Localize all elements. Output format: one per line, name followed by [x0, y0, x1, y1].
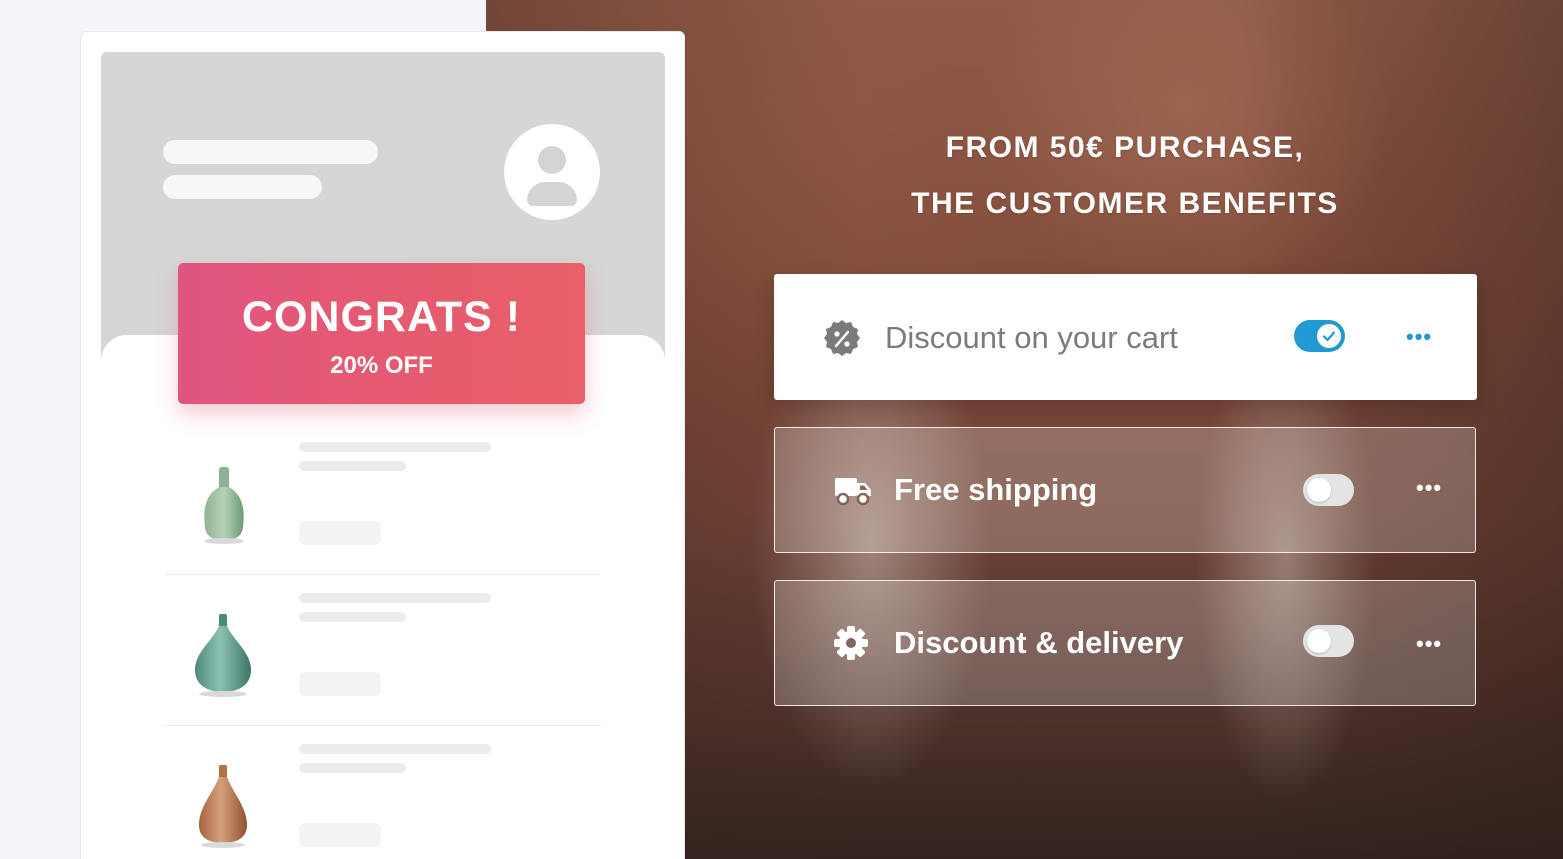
benefit-toggle-off[interactable] — [1303, 625, 1354, 657]
headline-line-1: FROM 50€ PURCHASE, — [945, 131, 1305, 164]
benefit-label: Discount on your cart — [885, 320, 1178, 355]
teal-vase-image — [195, 614, 251, 697]
headline-line-2: THE CUSTOMER BENEFITS — [911, 187, 1339, 220]
product-name-placeholder — [299, 744, 491, 754]
benefit-label: Discount & delivery — [894, 625, 1184, 660]
banner-title: CONGRATS ! — [241, 293, 522, 341]
discount-badge-icon — [824, 320, 860, 356]
toggle-knob — [1307, 629, 1331, 653]
amber-vase-image — [199, 765, 247, 848]
list-item — [165, 425, 601, 575]
cart-list — [101, 335, 665, 859]
toggle-knob — [1317, 324, 1341, 348]
list-item — [165, 576, 601, 726]
product-detail-placeholder — [299, 612, 406, 622]
benefit-toggle-on[interactable] — [1294, 320, 1345, 352]
list-item — [165, 727, 601, 859]
product-name-placeholder — [299, 593, 491, 603]
offer-headline: FROM 50€ PURCHASE, THE CUSTOMER BENEFITS — [825, 120, 1425, 232]
benefit-card-discount[interactable]: Discount on your cart ••• — [774, 274, 1477, 400]
toggle-knob — [1307, 478, 1331, 502]
congrats-banner: CONGRATS ! 20% OFF — [178, 263, 585, 404]
product-detail-placeholder — [299, 461, 406, 471]
gear-icon — [834, 626, 868, 660]
divider — [165, 725, 601, 726]
avatar-head-icon — [538, 146, 566, 174]
price-placeholder — [299, 823, 381, 847]
avatar — [504, 124, 600, 220]
truck-icon — [835, 478, 871, 506]
more-options-icon[interactable]: ••• — [1406, 326, 1432, 348]
product-name-placeholder — [299, 442, 491, 452]
benefit-toggle-off[interactable] — [1303, 474, 1354, 506]
header-placeholder-line — [163, 140, 378, 164]
banner-subtitle: 20% OFF — [330, 352, 433, 379]
more-options-icon[interactable]: ••• — [1416, 477, 1442, 499]
benefit-card-discount-delivery[interactable]: Discount & delivery ••• — [774, 580, 1476, 706]
divider — [165, 574, 601, 575]
avatar-body-icon — [527, 182, 577, 206]
price-placeholder — [299, 521, 381, 545]
check-icon — [1322, 331, 1336, 342]
green-vase-image — [204, 467, 244, 544]
benefit-card-free-shipping[interactable]: Free shipping ••• — [774, 427, 1476, 553]
header-placeholder-line — [163, 175, 322, 199]
more-options-icon[interactable]: ••• — [1416, 633, 1442, 655]
price-placeholder — [299, 672, 381, 696]
phone-mockup-screen — [101, 52, 665, 859]
product-detail-placeholder — [299, 763, 406, 773]
benefit-label: Free shipping — [894, 472, 1098, 507]
